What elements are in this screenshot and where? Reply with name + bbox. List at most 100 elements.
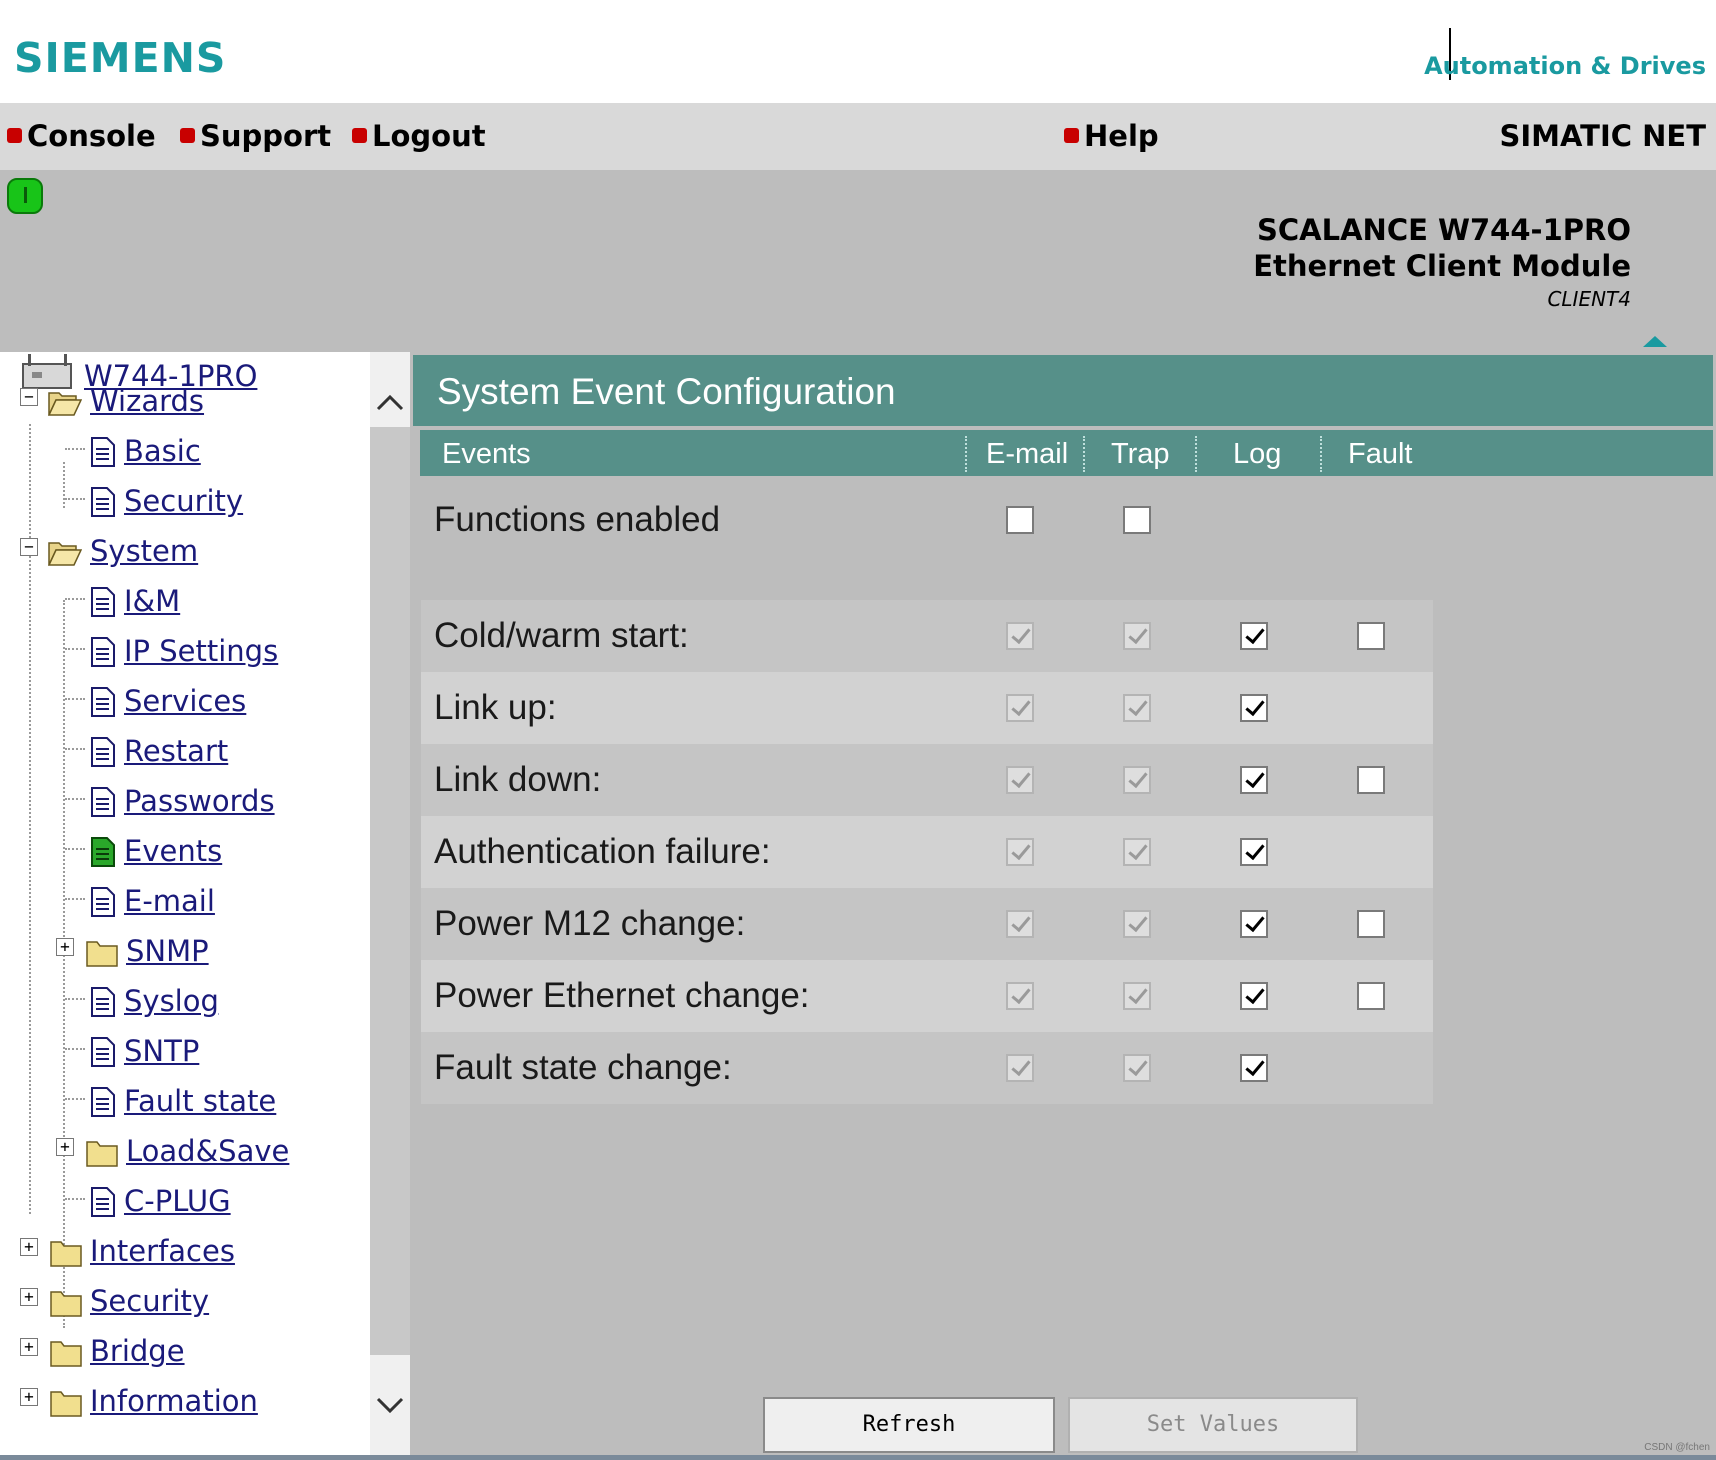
tree-item-im[interactable]: I&M [90, 584, 180, 628]
collapse-toggle[interactable]: − [20, 538, 38, 556]
page-icon [91, 687, 115, 717]
tree-item-c-plug[interactable]: C-PLUG [90, 1184, 231, 1228]
status-led-icon [7, 178, 43, 214]
tree-item-restart[interactable]: Restart [90, 734, 228, 778]
event-label: Power Ethernet change: [434, 976, 810, 1015]
scroll-down-icon[interactable] [370, 1384, 410, 1424]
event-fault-checkbox[interactable] [1357, 622, 1385, 650]
event-email-checkbox[interactable] [1006, 838, 1034, 866]
page-active-icon [91, 837, 115, 867]
menu-logout[interactable]: Logout [352, 119, 486, 153]
menu-help[interactable]: Help [1064, 119, 1159, 153]
tree-item-label: Security [90, 1284, 210, 1318]
event-email-checkbox[interactable] [1006, 766, 1034, 794]
expand-toggle[interactable]: + [20, 1238, 38, 1256]
bullet-icon [352, 128, 367, 143]
tree-item-interfaces[interactable]: Interfaces [50, 1234, 235, 1278]
page-icon [91, 737, 115, 767]
event-log-checkbox[interactable] [1240, 622, 1268, 650]
tree-item-passwords[interactable]: Passwords [90, 784, 275, 828]
event-trap-checkbox[interactable] [1123, 838, 1151, 866]
event-log-checkbox[interactable] [1240, 766, 1268, 794]
tree-line [65, 698, 85, 700]
scroll-up-icon[interactable] [370, 380, 410, 420]
event-trap-checkbox[interactable] [1123, 622, 1151, 650]
bullet-icon [7, 128, 22, 143]
set-values-button[interactable]: Set Values [1068, 1397, 1358, 1453]
tree-item-events[interactable]: Events [90, 834, 222, 878]
folder-icon [50, 1391, 82, 1417]
folder-open-icon [48, 542, 82, 566]
functions-trap-checkbox[interactable] [1123, 506, 1151, 534]
expand-toggle[interactable]: + [20, 1388, 38, 1406]
tree-item-label: Security [124, 484, 244, 518]
navigation-tree: W744-1PRO − Wizards Basic Security − Sys… [0, 352, 370, 1460]
tree-item-system[interactable]: System [48, 534, 198, 578]
tree-item-fault-state[interactable]: Fault state [90, 1084, 276, 1128]
col-fault: Fault [1348, 438, 1413, 470]
tree-item-load-save[interactable]: Load&Save [86, 1134, 289, 1178]
page-icon [91, 787, 115, 817]
tree-item-information[interactable]: Information [50, 1384, 258, 1428]
event-log-checkbox[interactable] [1240, 1054, 1268, 1082]
expand-toggle[interactable]: + [20, 1288, 38, 1306]
tree-item-security[interactable]: Security [50, 1284, 209, 1328]
expand-toggle[interactable]: + [20, 1338, 38, 1356]
event-log-checkbox[interactable] [1240, 982, 1268, 1010]
event-trap-checkbox[interactable] [1123, 694, 1151, 722]
expand-toggle[interactable]: + [56, 938, 74, 956]
page-title: System Event Configuration [437, 371, 896, 412]
event-trap-checkbox[interactable] [1123, 982, 1151, 1010]
tree-line [65, 598, 85, 600]
content-panel: System Event Configuration Events E-mail… [410, 352, 1716, 1460]
device-id: CLIENT4 [1547, 287, 1631, 311]
expand-toggle[interactable]: + [56, 1138, 74, 1156]
event-log-checkbox[interactable] [1240, 910, 1268, 938]
col-separator [1195, 436, 1197, 472]
tree-item-wizard-security[interactable]: Security [90, 484, 243, 528]
event-fault-checkbox[interactable] [1357, 982, 1385, 1010]
event-email-checkbox[interactable] [1006, 910, 1034, 938]
refresh-button[interactable]: Refresh [763, 1397, 1055, 1453]
collapse-toggle[interactable]: − [20, 388, 38, 406]
event-trap-checkbox[interactable] [1123, 1054, 1151, 1082]
event-log-checkbox[interactable] [1240, 838, 1268, 866]
event-email-checkbox[interactable] [1006, 1054, 1034, 1082]
tree-item-label: C-PLUG [124, 1184, 231, 1218]
page-icon [91, 637, 115, 667]
col-separator [965, 436, 967, 472]
collapse-arrow-icon[interactable] [1643, 336, 1667, 347]
tree-line [65, 748, 85, 750]
tree-item-syslog[interactable]: Syslog [90, 984, 219, 1028]
tree-item-label: Services [124, 684, 247, 718]
event-fault-checkbox[interactable] [1357, 910, 1385, 938]
tree-item-services[interactable]: Services [90, 684, 246, 728]
menu-support[interactable]: Support [180, 119, 331, 153]
tree-item-bridge[interactable]: Bridge [50, 1334, 185, 1378]
tree-item-label: Bridge [90, 1334, 185, 1368]
event-email-checkbox[interactable] [1006, 622, 1034, 650]
bullet-icon [180, 128, 195, 143]
folder-open-icon [48, 392, 82, 416]
event-trap-checkbox[interactable] [1123, 910, 1151, 938]
tree-line [65, 448, 85, 450]
tree-item-snmp[interactable]: SNMP [86, 934, 209, 978]
event-fault-checkbox[interactable] [1357, 766, 1385, 794]
menu-console[interactable]: Console [7, 119, 156, 153]
scroll-track[interactable] [370, 427, 410, 1355]
functions-email-checkbox[interactable] [1006, 506, 1034, 534]
event-email-checkbox[interactable] [1006, 982, 1034, 1010]
event-log-checkbox[interactable] [1240, 694, 1268, 722]
tree-item-ip-settings[interactable]: IP Settings [90, 634, 278, 678]
tree-item-sntp[interactable]: SNTP [90, 1034, 199, 1078]
nav-scrollbar[interactable] [370, 352, 410, 1460]
page-icon [91, 1187, 115, 1217]
tree-line [65, 998, 85, 1000]
event-email-checkbox[interactable] [1006, 694, 1034, 722]
event-trap-checkbox[interactable] [1123, 766, 1151, 794]
tree-item-email[interactable]: E-mail [90, 884, 215, 928]
event-row [421, 672, 1433, 744]
tree-item-wizards[interactable]: Wizards [48, 384, 204, 428]
tree-item-label: Restart [124, 734, 229, 768]
tree-item-basic[interactable]: Basic [90, 434, 201, 478]
